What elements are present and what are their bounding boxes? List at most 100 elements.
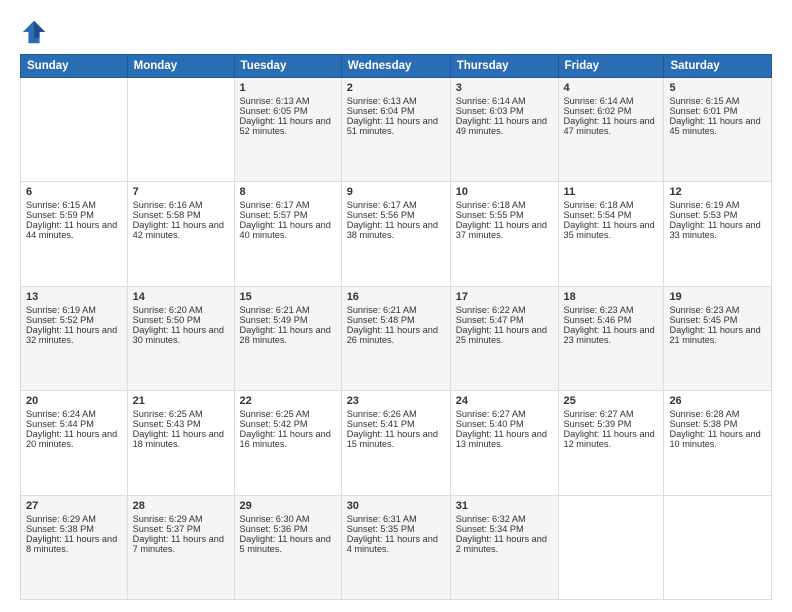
daylight-text: Daylight: 11 hours and 7 minutes.: [133, 534, 224, 554]
day-number: 29: [240, 500, 336, 512]
day-number: 2: [347, 82, 445, 94]
weekday-header: Wednesday: [341, 55, 450, 78]
daylight-text: Daylight: 11 hours and 52 minutes.: [240, 116, 331, 136]
calendar: SundayMondayTuesdayWednesdayThursdayFrid…: [20, 54, 772, 600]
daylight-text: Daylight: 11 hours and 49 minutes.: [456, 116, 547, 136]
sunset-text: Sunset: 5:37 PM: [133, 524, 201, 534]
daylight-text: Daylight: 11 hours and 45 minutes.: [669, 116, 760, 136]
sunrise-text: Sunrise: 6:23 AM: [669, 305, 739, 315]
sunrise-text: Sunrise: 6:21 AM: [347, 305, 417, 315]
calendar-cell: 1Sunrise: 6:13 AMSunset: 6:05 PMDaylight…: [234, 78, 341, 182]
sunset-text: Sunset: 5:35 PM: [347, 524, 415, 534]
sunset-text: Sunset: 5:39 PM: [564, 419, 632, 429]
daylight-text: Daylight: 11 hours and 37 minutes.: [456, 220, 547, 240]
sunrise-text: Sunrise: 6:14 AM: [456, 96, 526, 106]
daylight-text: Daylight: 11 hours and 21 minutes.: [669, 325, 760, 345]
day-number: 8: [240, 186, 336, 198]
calendar-cell: 3 Sunrise: 6:14 AMSunset: 6:03 PMDaylight…: [450, 78, 558, 182]
calendar-body: 1Sunrise: 6:13 AMSunset: 6:05 PMDaylight…: [21, 78, 772, 600]
daylight-text: Daylight: 11 hours and 28 minutes.: [240, 325, 331, 345]
sunset-text: Sunset: 6:02 PM: [564, 106, 632, 116]
day-number: 22: [240, 395, 336, 407]
sunset-text: Sunset: 6:01 PM: [669, 106, 737, 116]
sunset-text: Sunset: 5:45 PM: [669, 315, 737, 325]
day-number: 10: [456, 186, 553, 198]
daylight-text: Daylight: 11 hours and 32 minutes.: [26, 325, 117, 345]
calendar-cell: 16Sunrise: 6:21 AMSunset: 5:48 PMDayligh…: [341, 286, 450, 390]
sunrise-text: Sunrise: 6:13 AM: [240, 96, 310, 106]
calendar-cell: 14Sunrise: 6:20 AMSunset: 5:50 PMDayligh…: [127, 286, 234, 390]
calendar-cell: 19Sunrise: 6:23 AMSunset: 5:45 PMDayligh…: [664, 286, 772, 390]
calendar-cell: 26Sunrise: 6:28 AMSunset: 5:38 PMDayligh…: [664, 391, 772, 495]
calendar-cell: 7Sunrise: 6:16 AMSunset: 5:58 PMDaylight…: [127, 182, 234, 286]
page: SundayMondayTuesdayWednesdayThursdayFrid…: [0, 0, 792, 612]
calendar-cell: [664, 495, 772, 599]
sunrise-text: Sunrise: 6:28 AM: [669, 409, 739, 419]
sunrise-text: Sunrise: 6:15 AM: [669, 96, 739, 106]
calendar-week-row: 13Sunrise: 6:19 AMSunset: 5:52 PMDayligh…: [21, 286, 772, 390]
logo: [20, 18, 52, 46]
day-number: 21: [133, 395, 229, 407]
sunrise-text: Sunrise: 6:25 AM: [240, 409, 310, 419]
calendar-cell: 29Sunrise: 6:30 AMSunset: 5:36 PMDayligh…: [234, 495, 341, 599]
sunset-text: Sunset: 5:55 PM: [456, 210, 524, 220]
weekday-header: Thursday: [450, 55, 558, 78]
sunrise-text: Sunrise: 6:17 AM: [240, 200, 310, 210]
day-number: 11: [564, 186, 659, 198]
calendar-cell: 9Sunrise: 6:17 AMSunset: 5:56 PMDaylight…: [341, 182, 450, 286]
daylight-text: Daylight: 11 hours and 25 minutes.: [456, 325, 547, 345]
day-number: 20: [26, 395, 122, 407]
weekday-header: Friday: [558, 55, 664, 78]
calendar-header: SundayMondayTuesdayWednesdayThursdayFrid…: [21, 55, 772, 78]
daylight-text: Daylight: 11 hours and 18 minutes.: [133, 429, 224, 449]
daylight-text: Daylight: 11 hours and 8 minutes.: [26, 534, 117, 554]
day-number: 3: [456, 82, 553, 94]
day-number: 12: [669, 186, 766, 198]
day-number: 30: [347, 500, 445, 512]
calendar-cell: 6Sunrise: 6:15 AMSunset: 5:59 PMDaylight…: [21, 182, 128, 286]
calendar-cell: 30Sunrise: 6:31 AMSunset: 5:35 PMDayligh…: [341, 495, 450, 599]
day-number: 7: [133, 186, 229, 198]
weekday-header: Sunday: [21, 55, 128, 78]
daylight-text: Daylight: 11 hours and 42 minutes.: [133, 220, 224, 240]
daylight-text: Daylight: 11 hours and 33 minutes.: [669, 220, 760, 240]
day-number: 16: [347, 291, 445, 303]
sunrise-text: Sunrise: 6:20 AM: [133, 305, 203, 315]
sunset-text: Sunset: 5:52 PM: [26, 315, 94, 325]
day-number: 13: [26, 291, 122, 303]
sunrise-text: Sunrise: 6:14 AM: [564, 96, 634, 106]
day-number: 31: [456, 500, 553, 512]
calendar-cell: 13 Sunrise: 6:19 AMSunset: 5:52 PMDayligh…: [21, 286, 128, 390]
daylight-text: Daylight: 11 hours and 30 minutes.: [133, 325, 224, 345]
day-number: 24: [456, 395, 553, 407]
calendar-cell: [558, 495, 664, 599]
sunset-text: Sunset: 5:40 PM: [456, 419, 524, 429]
day-number: 27: [26, 500, 122, 512]
day-number: 17: [456, 291, 553, 303]
sunrise-text: Sunrise: 6:29 AM: [133, 514, 203, 524]
day-number: 5: [669, 82, 766, 94]
sunrise-text: Sunrise: 6:27 AM: [456, 409, 526, 419]
day-number: 9: [347, 186, 445, 198]
sunset-text: Sunset: 5:34 PM: [456, 524, 524, 534]
sunset-text: Sunset: 6:03 PM: [456, 106, 524, 116]
sunset-text: Sunset: 6:04 PM: [347, 106, 415, 116]
sunrise-text: Sunrise: 6:19 AM: [26, 305, 96, 315]
sunset-text: Sunset: 5:47 PM: [456, 315, 524, 325]
daylight-text: Daylight: 11 hours and 10 minutes.: [669, 429, 760, 449]
calendar-week-row: 27Sunrise: 6:29 AMSunset: 5:38 PMDayligh…: [21, 495, 772, 599]
day-number: 26: [669, 395, 766, 407]
sunrise-text: Sunrise: 6:18 AM: [456, 200, 526, 210]
calendar-cell: 18Sunrise: 6:23 AMSunset: 5:46 PMDayligh…: [558, 286, 664, 390]
daylight-text: Daylight: 11 hours and 35 minutes.: [564, 220, 655, 240]
daylight-text: Daylight: 11 hours and 4 minutes.: [347, 534, 438, 554]
weekday-header: Tuesday: [234, 55, 341, 78]
daylight-text: Daylight: 11 hours and 12 minutes.: [564, 429, 655, 449]
calendar-cell: [21, 78, 128, 182]
calendar-cell: 10 Sunrise: 6:18 AMSunset: 5:55 PMDayligh…: [450, 182, 558, 286]
daylight-text: Daylight: 11 hours and 38 minutes.: [347, 220, 438, 240]
sunrise-text: Sunrise: 6:29 AM: [26, 514, 96, 524]
sunrise-text: Sunrise: 6:18 AM: [564, 200, 634, 210]
daylight-text: Daylight: 11 hours and 51 minutes.: [347, 116, 438, 136]
calendar-week-row: 6Sunrise: 6:15 AMSunset: 5:59 PMDaylight…: [21, 182, 772, 286]
